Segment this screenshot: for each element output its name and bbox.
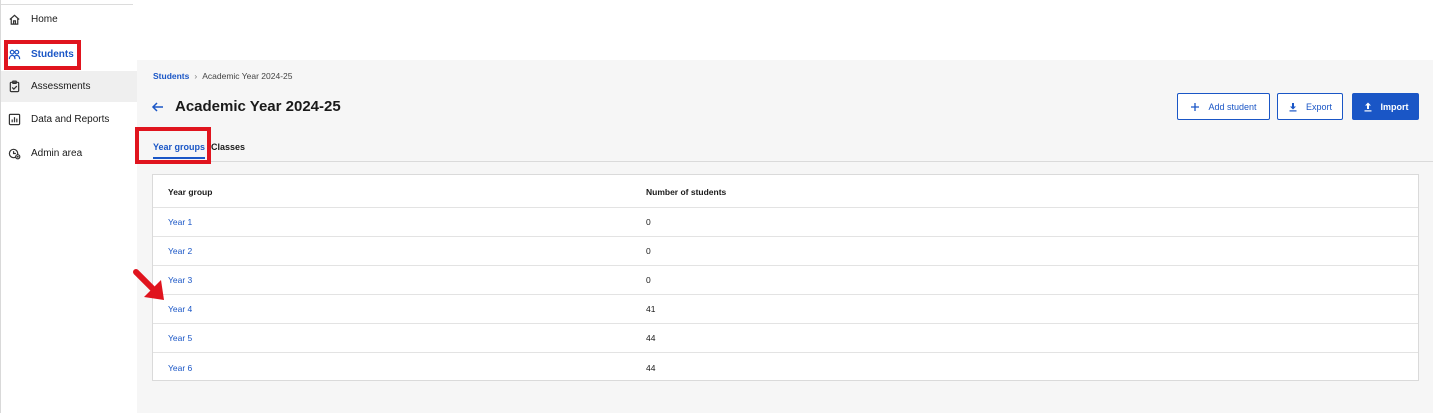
- home-icon: [7, 13, 21, 27]
- table-row: Year 1 0: [153, 208, 1418, 237]
- import-button[interactable]: Import: [1352, 93, 1419, 120]
- plus-icon: [1191, 102, 1200, 111]
- sidebar-item-home[interactable]: Home: [1, 4, 137, 35]
- column-header-number-of-students: Number of students: [646, 187, 727, 197]
- table-row: Year 4 41: [153, 295, 1418, 324]
- column-header-year-group: Year group: [168, 187, 213, 197]
- page-title: Academic Year 2024-25: [175, 98, 341, 115]
- year-group-link[interactable]: Year 3: [168, 275, 192, 285]
- sidebar-item-assessments[interactable]: Assessments: [1, 71, 137, 102]
- red-arrow-annotation-icon: [133, 269, 164, 300]
- admin-icon: [7, 147, 21, 161]
- table-row: Year 6 44: [153, 353, 1418, 382]
- main-content: Students › Academic Year 2024-25 Academic …: [137, 60, 1433, 413]
- student-count: 0: [646, 275, 651, 285]
- export-button[interactable]: Export: [1277, 93, 1343, 120]
- sidebar-item-data-and-reports[interactable]: Data and Reports: [1, 104, 137, 135]
- student-count: 44: [646, 362, 656, 373]
- highlight-box-students: [4, 40, 81, 70]
- breadcrumb-students-link[interactable]: Students: [153, 71, 189, 81]
- export-label: Export: [1305, 101, 1332, 112]
- year-groups-table: Year group Number of students Year 1 0 Y…: [152, 174, 1419, 381]
- chart-icon: [7, 113, 21, 127]
- breadcrumb-current: Academic Year 2024-25: [202, 71, 293, 81]
- student-count: 0: [646, 246, 651, 256]
- student-count: 0: [646, 217, 651, 227]
- breadcrumb: Students › Academic Year 2024-25: [153, 71, 292, 81]
- year-group-link[interactable]: Year 5: [168, 333, 192, 343]
- tab-divider: [137, 161, 1433, 162]
- tab-classes[interactable]: Classes: [211, 142, 245, 159]
- year-group-link[interactable]: Year 1: [168, 217, 192, 227]
- sidebar-item-label: Admin area: [31, 148, 83, 159]
- table-row: Year 2 0: [153, 237, 1418, 266]
- year-group-link[interactable]: Year 6: [168, 363, 192, 373]
- student-count: 41: [646, 304, 656, 314]
- add-student-label: Add student: [1208, 101, 1257, 112]
- year-group-link[interactable]: Year 4: [168, 304, 192, 314]
- sidebar-item-label: Assessments: [31, 81, 91, 92]
- upload-icon: [1364, 102, 1371, 111]
- highlight-box-year-groups-tab: [135, 127, 211, 164]
- app-window: Home Students Assessments Data and Repor…: [0, 0, 1433, 413]
- student-count: 44: [646, 333, 656, 343]
- sidebar-item-label: Home: [31, 14, 58, 25]
- table-row: Year 5 44: [153, 324, 1418, 353]
- download-icon: [1289, 102, 1297, 111]
- add-student-button[interactable]: Add student: [1177, 93, 1270, 120]
- sidebar-item-label: Data and Reports: [31, 114, 110, 125]
- year-group-link[interactable]: Year 2: [168, 246, 192, 256]
- back-arrow-icon[interactable]: [151, 100, 165, 114]
- title-row: Academic Year 2024-25: [151, 98, 341, 115]
- breadcrumb-separator: ›: [194, 71, 198, 81]
- clipboard-icon: [7, 80, 21, 94]
- import-label: Import: [1380, 101, 1409, 112]
- table-header-row: Year group Number of students: [153, 177, 1418, 208]
- table-row: Year 3 0: [153, 266, 1418, 295]
- sidebar-item-admin-area[interactable]: Admin area: [1, 138, 137, 169]
